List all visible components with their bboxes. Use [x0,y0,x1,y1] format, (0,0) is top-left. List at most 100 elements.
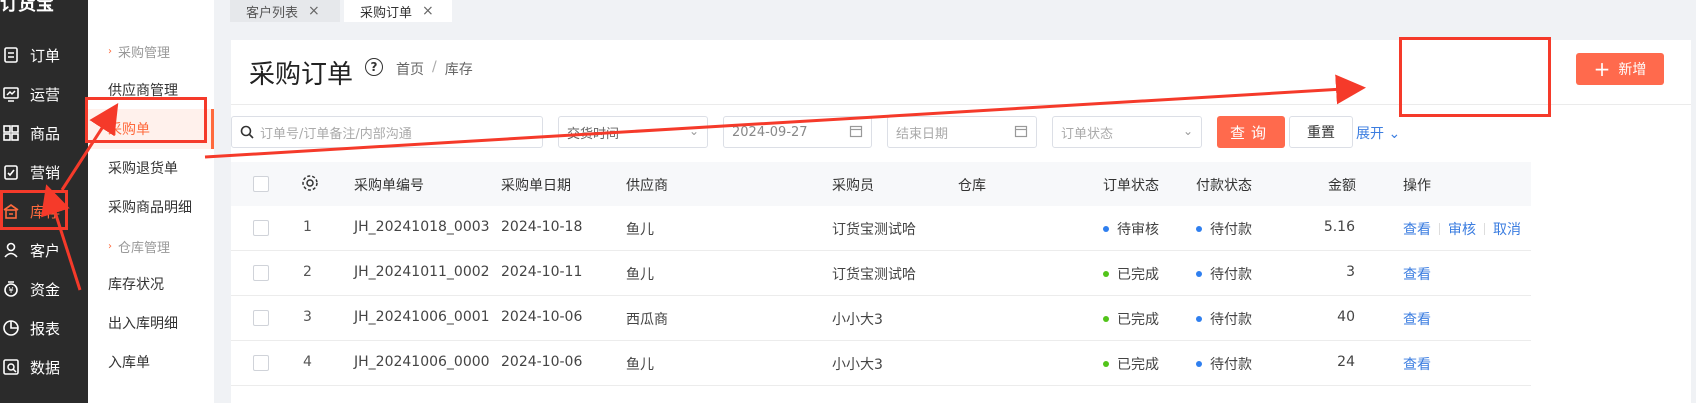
pay-status: 待付款 [1196,219,1252,239]
submenu-item-stock-io-detail[interactable]: 出入库明细 [88,303,214,343]
row-checkbox[interactable] [253,220,269,236]
row-checkbox[interactable] [253,265,269,281]
action-link[interactable]: 查看 [1403,354,1431,374]
start-date-picker[interactable]: 2024-09-27 [723,116,872,148]
order-status-select[interactable]: 订单状态 ⌄ [1052,116,1202,148]
supplier: 西瓜商 [626,312,668,328]
search-placeholder: 订单号/订单备注/内部沟通 [260,126,412,142]
app-logo: 订货宝 [0,0,54,15]
rail-item-label: 营销 [30,163,61,182]
annotation-box-warehouse [0,190,68,230]
rail-item-data[interactable]: 数据 [0,348,88,386]
divider [1484,223,1485,235]
status-dot [1196,316,1202,322]
calendar-icon [849,124,863,141]
row-index: 4 [303,354,312,370]
breadcrumb-home[interactable]: 首页 [396,59,424,79]
row-index: 1 [303,219,312,235]
calendar-icon [1014,124,1028,141]
action-link[interactable]: 查看 [1403,309,1431,329]
action-link[interactable]: 查看 [1403,264,1431,284]
buyer: 订货宝测试哈 [832,222,916,238]
chevron-down-icon: ⌄ [688,124,699,138]
tab-strip: 客户列表 × 采购订单 × [214,0,1696,22]
close-icon[interactable]: × [422,3,434,19]
rail-item-marketing[interactable]: 营销 [0,153,88,191]
tab-customer-list[interactable]: 客户列表 × [230,0,340,22]
submenu-group-purchase: › 采购管理 [108,45,171,61]
status-dot [1196,271,1202,277]
row-actions: 查看 [1403,309,1431,329]
pay-status: 待付款 [1196,309,1252,329]
settings-gear-icon[interactable] [301,174,319,196]
annotation-box-add [1399,37,1551,117]
order-no: JH_20241018_0003 [354,219,490,235]
rail-item-label: 数据 [30,358,61,377]
date-type-select[interactable]: 交货时间 ⌄ [558,116,708,148]
rail-item-order[interactable]: 订单 [0,36,88,74]
table-header: 采购单编号 采购单日期 供应商 采购员 仓库 订单状态 付款状态 金额 操作 [231,162,1531,206]
end-date-picker[interactable]: 结束日期 [887,116,1037,148]
breadcrumb-current: 库存 [444,62,473,78]
app-root: 订货宝 订单 运营 商品 营销 库存 客户 ¥ 资金 报表 数据 › 采购管理 … [0,0,1696,403]
submenu-item-stock-status[interactable]: 库存状况 [88,264,214,304]
row-index: 3 [303,309,312,325]
caret-icon: › [108,45,112,57]
page-title: 采购订单 [249,60,354,90]
add-button-label: 新增 [1618,62,1647,78]
submenu-item-purchase-return[interactable]: 采购退货单 [88,148,214,188]
action-link[interactable]: 审核 [1448,219,1476,239]
status-dot [1196,226,1202,232]
sub-menu: › 采购管理 供应商管理 采购单 采购退货单 采购商品明细 › 仓库管理 库存状况 … [88,0,214,403]
annotation-box-purchase-order [85,97,207,143]
add-button[interactable]: + 新增 [1576,53,1664,85]
close-icon[interactable]: × [308,3,320,19]
order-date: 2024-10-18 [501,219,583,235]
col-header-amount: 金额 [1328,178,1356,194]
tab-purchase-order[interactable]: 采购订单 × [344,0,452,22]
expand-link[interactable]: 展开 ⌄ [1356,123,1400,143]
help-icon[interactable]: ? [365,58,383,76]
col-header-order-date: 采购单日期 [501,178,571,194]
submenu-item-inbound-order[interactable]: 入库单 [88,342,214,382]
table-row: 1 JH_20241018_0003 2024-10-18 鱼儿 订货宝测试哈 待审核 待付… [231,206,1531,251]
buyer: 小小大3 [832,312,883,328]
row-checkbox[interactable] [253,310,269,326]
rail-item-goods[interactable]: 商品 [0,114,88,152]
money-icon: ¥ [2,280,20,298]
search-input[interactable]: 订单号/订单备注/内部沟通 [231,116,543,148]
order-no: JH_20241006_0001 [354,309,490,325]
order-date: 2024-10-06 [501,309,583,325]
row-actions: 查看 [1403,264,1431,284]
row-checkbox[interactable] [253,355,269,371]
order-status: 已完成 [1103,309,1159,329]
operation-icon [2,85,20,103]
action-link[interactable]: 取消 [1493,219,1521,239]
marketing-icon [2,163,20,181]
rail-item-report[interactable]: 报表 [0,309,88,347]
status-dot [1103,226,1109,232]
purchase-order-table: 采购单编号 采购单日期 供应商 采购员 仓库 订单状态 付款状态 金额 操作 [231,162,1531,206]
chevron-down-icon: ⌄ [1182,124,1193,138]
reset-button[interactable]: 重置 [1289,116,1353,148]
row-index: 2 [303,264,312,280]
amount: 3 [1346,264,1355,280]
order-icon [2,46,20,64]
select-all-checkbox[interactable] [253,176,269,192]
order-status: 待审核 [1103,219,1159,239]
table-row: 3 JH_20241006_0001 2024-10-06 西瓜商 小小大3 已完成 待付款… [231,296,1531,341]
row-actions: 查看 审核 取消 [1403,219,1521,239]
status-dot [1103,361,1109,367]
supplier: 鱼儿 [626,357,654,373]
status-dot [1196,361,1202,367]
pay-status: 待付款 [1196,264,1252,284]
row-actions: 查看 [1403,354,1431,374]
submenu-item-purchase-goods-detail[interactable]: 采购商品明细 [88,187,214,227]
rail-item-customer[interactable]: 客户 [0,231,88,269]
query-button[interactable]: 查询 [1217,116,1285,148]
action-link[interactable]: 查看 [1403,219,1431,239]
order-status: 已完成 [1103,354,1159,374]
rail-item-money[interactable]: ¥ 资金 [0,270,88,308]
rail-item-label: 商品 [30,124,61,143]
rail-item-operation[interactable]: 运营 [0,75,88,113]
